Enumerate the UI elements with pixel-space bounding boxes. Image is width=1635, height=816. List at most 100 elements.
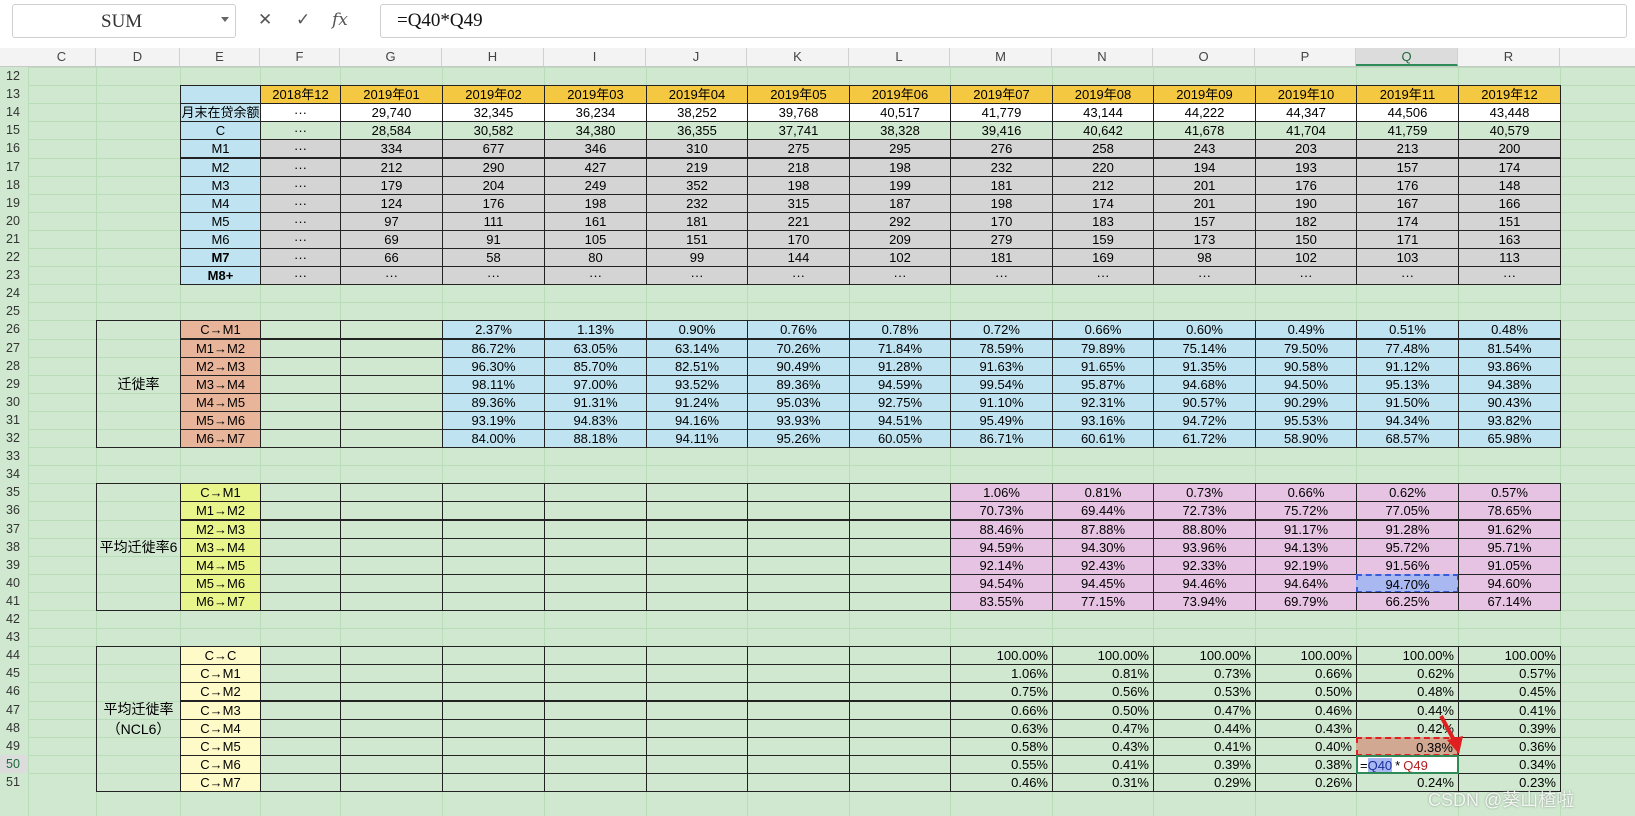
value-cell[interactable]: 41,779 xyxy=(950,103,1053,123)
value-cell[interactable]: 37,741 xyxy=(747,121,850,141)
row-label-cell[interactable]: C→M1 xyxy=(180,483,261,503)
value-cell[interactable]: 0.44% xyxy=(1153,718,1256,738)
value-cell[interactable] xyxy=(849,646,951,666)
value-cell[interactable] xyxy=(260,410,341,430)
value-cell[interactable]: 69 xyxy=(340,229,443,249)
value-cell[interactable]: 0.53% xyxy=(1153,682,1256,702)
value-cell[interactable]: 0.78% xyxy=(849,320,951,340)
value-cell[interactable]: 201 xyxy=(1153,175,1256,195)
value-cell[interactable]: 203 xyxy=(1255,139,1357,159)
value-cell[interactable]: 677 xyxy=(442,139,545,159)
value-cell[interactable]: ··· xyxy=(260,266,341,286)
value-cell[interactable] xyxy=(849,591,951,611)
value-cell[interactable]: 93.19% xyxy=(442,410,545,430)
value-cell[interactable]: 0.50% xyxy=(1255,682,1357,702)
value-cell[interactable]: 0.56% xyxy=(1052,682,1154,702)
value-cell[interactable] xyxy=(544,483,647,503)
month-header-cell[interactable]: 2019年02 xyxy=(442,85,545,105)
value-cell[interactable]: 163 xyxy=(1458,229,1561,249)
value-cell[interactable]: 161 xyxy=(544,211,647,231)
value-cell[interactable]: 39,416 xyxy=(950,121,1053,141)
value-cell[interactable]: 0.76% xyxy=(747,320,850,340)
row-label-cell[interactable]: M4 xyxy=(180,193,261,213)
month-header-cell[interactable]: 2019年04 xyxy=(646,85,748,105)
value-cell[interactable]: 39,768 xyxy=(747,103,850,123)
value-cell[interactable] xyxy=(442,718,545,738)
value-cell[interactable]: 295 xyxy=(849,139,951,159)
value-cell[interactable] xyxy=(340,736,443,756)
row-label-cell[interactable]: C xyxy=(180,121,261,141)
value-cell[interactable]: 98.11% xyxy=(442,374,545,394)
value-cell[interactable]: 151 xyxy=(1458,211,1561,231)
value-cell[interactable] xyxy=(747,591,850,611)
value-cell[interactable]: 94.83% xyxy=(544,410,647,430)
value-cell[interactable] xyxy=(849,664,951,684)
value-cell[interactable]: ··· xyxy=(260,193,341,213)
value-cell[interactable]: 91.31% xyxy=(544,392,647,412)
value-cell[interactable]: ··· xyxy=(950,266,1053,286)
value-cell[interactable]: 60.05% xyxy=(849,429,951,449)
value-cell[interactable]: 0.81% xyxy=(1052,664,1154,684)
value-cell[interactable]: 41,678 xyxy=(1153,121,1256,141)
value-cell[interactable]: 0.41% xyxy=(1052,754,1154,774)
value-cell[interactable]: 0.90% xyxy=(646,320,748,340)
value-cell[interactable]: 69.79% xyxy=(1255,591,1357,611)
value-cell[interactable]: 94.11% xyxy=(646,429,748,449)
value-cell[interactable] xyxy=(260,736,341,756)
value-cell[interactable]: 91.12% xyxy=(1356,356,1459,376)
value-cell[interactable] xyxy=(646,772,748,792)
value-cell[interactable]: ··· xyxy=(260,175,341,195)
row-label-cell[interactable]: M3→M4 xyxy=(180,537,261,557)
value-cell[interactable] xyxy=(747,754,850,774)
value-cell[interactable]: 40,579 xyxy=(1458,121,1561,141)
value-cell[interactable] xyxy=(442,736,545,756)
value-cell[interactable]: 44,222 xyxy=(1153,103,1256,123)
value-cell[interactable] xyxy=(544,736,647,756)
value-cell[interactable]: 182 xyxy=(1255,211,1357,231)
value-cell[interactable] xyxy=(340,320,443,340)
value-cell[interactable]: 91.50% xyxy=(1356,392,1459,412)
value-cell[interactable]: 96.30% xyxy=(442,356,545,376)
value-cell[interactable] xyxy=(260,591,341,611)
value-cell[interactable]: 94.30% xyxy=(1052,537,1154,557)
value-cell[interactable]: 95.72% xyxy=(1356,537,1459,557)
value-cell[interactable]: 87.88% xyxy=(1052,519,1154,539)
value-cell[interactable] xyxy=(849,537,951,557)
value-cell[interactable]: ··· xyxy=(849,266,951,286)
row-label-cell[interactable]: M1 xyxy=(180,139,261,159)
value-cell[interactable]: 174 xyxy=(1356,211,1459,231)
value-cell[interactable] xyxy=(340,555,443,575)
value-cell[interactable] xyxy=(544,682,647,702)
value-cell[interactable]: 68.57% xyxy=(1356,429,1459,449)
value-cell[interactable] xyxy=(340,429,443,449)
row-label-cell[interactable]: M3→M4 xyxy=(180,374,261,394)
value-cell[interactable]: ··· xyxy=(1153,266,1256,286)
value-cell[interactable] xyxy=(442,519,545,539)
value-cell[interactable]: 75.14% xyxy=(1153,338,1256,358)
row-label-cell[interactable]: C→C xyxy=(180,646,261,666)
value-cell[interactable]: 100.00% xyxy=(1458,646,1561,666)
value-cell[interactable]: 43,448 xyxy=(1458,103,1561,123)
value-cell[interactable]: 41,704 xyxy=(1255,121,1357,141)
value-cell[interactable] xyxy=(340,682,443,702)
value-cell[interactable]: 315 xyxy=(747,193,850,213)
value-cell[interactable]: 292 xyxy=(849,211,951,231)
value-cell[interactable] xyxy=(544,573,647,593)
value-cell[interactable]: 204 xyxy=(442,175,545,195)
value-cell[interactable]: 91.65% xyxy=(1052,356,1154,376)
row-label-cell[interactable]: M8+ xyxy=(180,266,261,286)
value-cell[interactable] xyxy=(442,664,545,684)
value-cell[interactable]: 93.86% xyxy=(1458,356,1561,376)
value-cell[interactable]: 144 xyxy=(747,248,850,268)
value-cell[interactable]: 102 xyxy=(849,248,951,268)
value-cell[interactable]: 34,380 xyxy=(544,121,647,141)
value-cell[interactable]: 97 xyxy=(340,211,443,231)
value-cell[interactable]: 0.51% xyxy=(1356,320,1459,340)
value-cell[interactable]: 220 xyxy=(1052,157,1154,177)
value-cell[interactable]: 91.56% xyxy=(1356,555,1459,575)
value-cell[interactable]: 1.06% xyxy=(950,483,1053,503)
value-cell[interactable] xyxy=(849,555,951,575)
value-cell[interactable]: 0.48% xyxy=(1458,320,1561,340)
value-cell[interactable]: 275 xyxy=(747,139,850,159)
value-cell[interactable]: 0.63% xyxy=(950,718,1053,738)
